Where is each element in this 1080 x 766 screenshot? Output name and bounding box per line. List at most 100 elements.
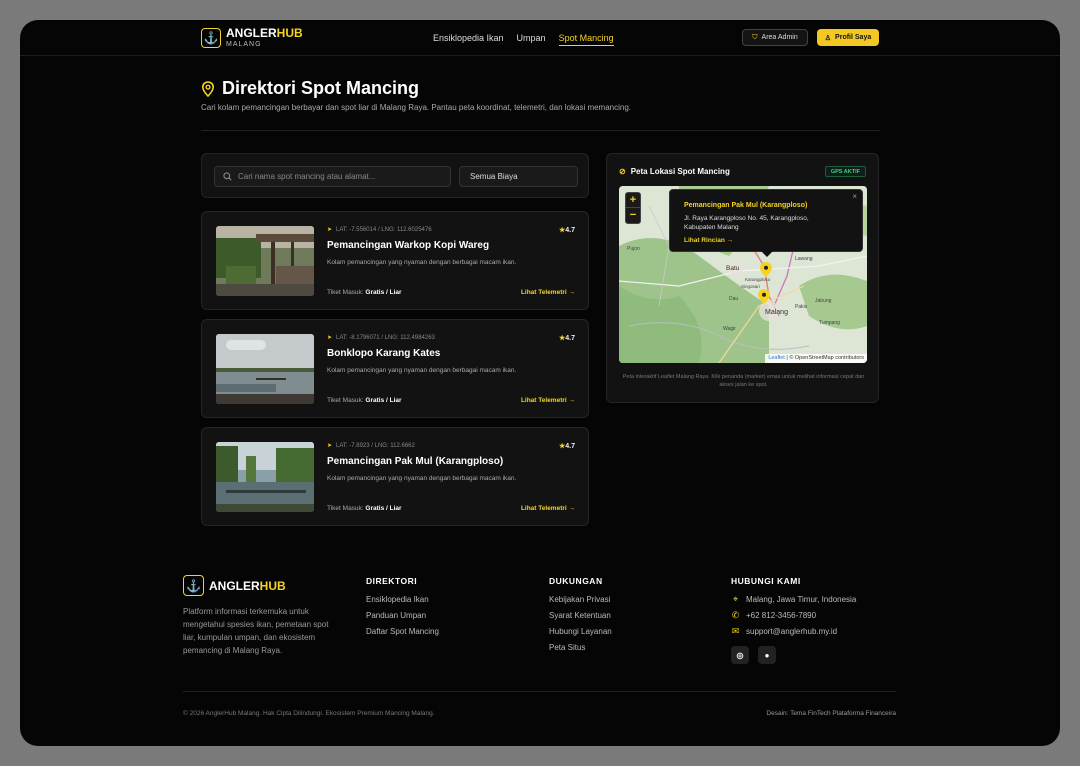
map-marker-pin-icon[interactable]	[758, 289, 770, 304]
osm-attribution-link[interactable]: | © OpenStreetMap contributors	[786, 355, 864, 361]
spot-card[interactable]: ➤ LAT: -7.8923 / LNG: 112.6662 ★4.7 Peman…	[201, 427, 589, 526]
footer-link-daftar-spot[interactable]: Daftar Spot Mancing	[366, 627, 439, 636]
copyright-text: © 2026 AnglerHub Malang. Hak Cipta Dilin…	[183, 710, 435, 717]
navigation-arrow-icon: ➤	[327, 227, 333, 233]
gps-status-badge: GPS AKTIF	[824, 166, 866, 177]
map-label: Karangploso	[745, 277, 771, 282]
zoom-in-button[interactable]: +	[626, 193, 640, 208]
footer-link-ensiklopedia[interactable]: Ensiklopedia Ikan	[366, 595, 439, 604]
map-label: Dau	[729, 296, 739, 302]
footer-brand-name: ANGLERHUB	[209, 578, 286, 593]
popup-address: Jl. Raya Karangploso No. 45, Karangploso…	[684, 215, 809, 231]
spot-coordinates: ➤ LAT: -8.1796071 / LNG: 112.4984263	[327, 334, 435, 342]
map-label: Lawang	[795, 256, 813, 262]
map-label: Malang	[765, 309, 788, 316]
lihat-telemetri-link[interactable]: Lihat Telemetri →	[521, 505, 575, 512]
contact-phone[interactable]: ✆ +62 812-3456-7890	[731, 610, 856, 620]
map-panel: ⊘ Peta Lokasi Spot Mancing GPS AKTIF Bat…	[606, 153, 879, 403]
map-pin-icon	[201, 80, 215, 97]
user-icon: ♙	[824, 34, 832, 42]
shield-icon: ⛉	[752, 33, 758, 41]
spot-rating: ★4.7	[558, 443, 575, 450]
facebook-icon[interactable]: ●	[758, 646, 776, 664]
brand-logo[interactable]: ⚓ ANGLERHUB MALANG	[201, 27, 303, 48]
popup-close-button[interactable]: ×	[852, 192, 857, 201]
divider	[201, 130, 880, 131]
popup-lihat-rincian-link[interactable]: Lihat Rincian →	[684, 237, 733, 244]
map-label: Singosari	[741, 284, 760, 289]
page-subtitle: Cari kolam pemancingan berbayar dan spot…	[201, 103, 632, 112]
spot-coordinates: ➤ LAT: -7.556014 / LNG: 112.6025476	[327, 226, 432, 234]
top-navbar: ⚓ ANGLERHUB MALANG Ensiklopedia Ikan Ump…	[20, 20, 1060, 56]
spot-description: Kolam pemancingan yang nyaman dengan ber…	[327, 367, 517, 374]
map-label: Batu	[726, 265, 740, 272]
instagram-icon[interactable]: ◎	[731, 646, 749, 664]
main-nav: Ensiklopedia Ikan Umpan Spot Mancing	[433, 33, 614, 46]
nav-spot-mancing[interactable]: Spot Mancing	[558, 33, 614, 46]
zoom-out-button[interactable]: −	[626, 208, 640, 223]
map-label: Pujon	[627, 246, 640, 252]
spot-name[interactable]: Pemancingan Warkop Kopi Wareg	[327, 240, 489, 251]
anchor-icon: ⚓	[183, 575, 204, 596]
map-label: Wagir	[723, 326, 736, 332]
footer-link-panduan-umpan[interactable]: Panduan Umpan	[366, 611, 439, 620]
compass-icon: ⊘	[619, 167, 626, 176]
lihat-telemetri-link[interactable]: Lihat Telemetri →	[521, 397, 575, 404]
navigation-arrow-icon: ➤	[327, 443, 333, 449]
spot-name[interactable]: Pemancingan Pak Mul (Karangploso)	[327, 456, 503, 467]
divider	[183, 691, 896, 692]
phone-icon: ✆	[731, 610, 740, 620]
spot-description: Kolam pemancingan yang nyaman dengan ber…	[327, 259, 517, 266]
navigation-arrow-icon: ➤	[327, 335, 333, 341]
spot-photo	[216, 442, 314, 512]
footer-column-title: DIREKTORI	[366, 576, 418, 586]
map-label: Jabung	[815, 298, 832, 304]
app-frame: ⚓ ANGLERHUB MALANG Ensiklopedia Ikan Ump…	[20, 20, 1060, 746]
footer-kontak-column: HUBUNGI KAMI ⌖ Malang, Jawa Timur, Indone…	[731, 576, 856, 643]
spot-ticket: Tiket Masuk: Gratis / Liar	[327, 289, 402, 296]
spot-card[interactable]: ➤ LAT: -7.556014 / LNG: 112.6025476 ★4.7 …	[201, 211, 589, 310]
footer-dukungan-column: DUKUNGAN Kebijakan Privasi Syarat Ketent…	[549, 576, 612, 659]
spot-name[interactable]: Bonklopo Karang Kates	[327, 348, 440, 359]
contact-email[interactable]: ✉ support@anglerhub.my.id	[731, 626, 856, 636]
footer-link-kebijakan-privasi[interactable]: Kebijakan Privasi	[549, 595, 612, 604]
social-links: ◎ ●	[731, 646, 776, 664]
leaflet-map[interactable]: Batu Karangploso Singosari Lawang Jabung…	[619, 186, 867, 363]
leaflet-attribution-link[interactable]: Leaflet	[768, 355, 785, 361]
nav-ensiklopedia-ikan[interactable]: Ensiklopedia Ikan	[433, 33, 504, 46]
search-panel: Cari nama spot mancing atau alamat... Se…	[201, 153, 589, 198]
brand-subtitle: MALANG	[226, 41, 262, 48]
area-admin-button[interactable]: ⛉ Area Admin	[742, 29, 808, 46]
biaya-filter-select[interactable]: Semua Biaya	[459, 166, 578, 187]
brand-name: ANGLERHUB	[226, 26, 303, 40]
map-zoom-control: + −	[625, 192, 641, 224]
footer-link-syarat-ketentuan[interactable]: Syarat Ketentuan	[549, 611, 612, 620]
map-label: Tumpang	[819, 320, 840, 326]
footer-direktori-column: DIREKTORI Ensiklopedia Ikan Panduan Umpa…	[366, 576, 439, 643]
spot-rating: ★4.7	[558, 227, 575, 234]
profil-saya-button[interactable]: ♙ Profil Saya	[817, 29, 879, 46]
map-marker-pin-icon[interactable]	[760, 262, 772, 277]
map-label: Pakis	[795, 304, 808, 310]
spot-photo	[216, 226, 314, 296]
spot-coordinates: ➤ LAT: -7.8923 / LNG: 112.6662	[327, 442, 415, 450]
footer-link-hubungi-layanan[interactable]: Hubungi Layanan	[549, 627, 612, 636]
contact-location: ⌖ Malang, Jawa Timur, Indonesia	[732, 594, 857, 604]
footer-link-peta-situs[interactable]: Peta Situs	[549, 643, 612, 652]
spot-rating: ★4.7	[558, 335, 575, 342]
search-input[interactable]: Cari nama spot mancing atau alamat...	[214, 166, 451, 187]
map-pin-icon: ⌖	[732, 594, 739, 604]
footer-logo[interactable]: ⚓ ANGLERHUB	[183, 575, 286, 596]
spot-ticket: Tiket Masuk: Gratis / Liar	[327, 505, 402, 512]
map-footnote: Peta interaktif Leaflet Malang Raya. Kli…	[622, 374, 865, 388]
lihat-telemetri-link[interactable]: Lihat Telemetri →	[521, 289, 575, 296]
spot-description: Kolam pemancingan yang nyaman dengan ber…	[327, 475, 517, 482]
nav-umpan[interactable]: Umpan	[517, 33, 546, 46]
spot-card[interactable]: ➤ LAT: -8.1796071 / LNG: 112.4984263 ★4.7…	[201, 319, 589, 418]
spot-photo	[216, 334, 314, 404]
popup-tip	[761, 251, 773, 257]
footer-column-title: HUBUNGI KAMI	[731, 576, 801, 586]
mail-icon: ✉	[731, 626, 740, 636]
search-icon	[223, 172, 232, 181]
map-attribution: Leaflet | © OpenStreetMap contributors	[765, 354, 867, 363]
